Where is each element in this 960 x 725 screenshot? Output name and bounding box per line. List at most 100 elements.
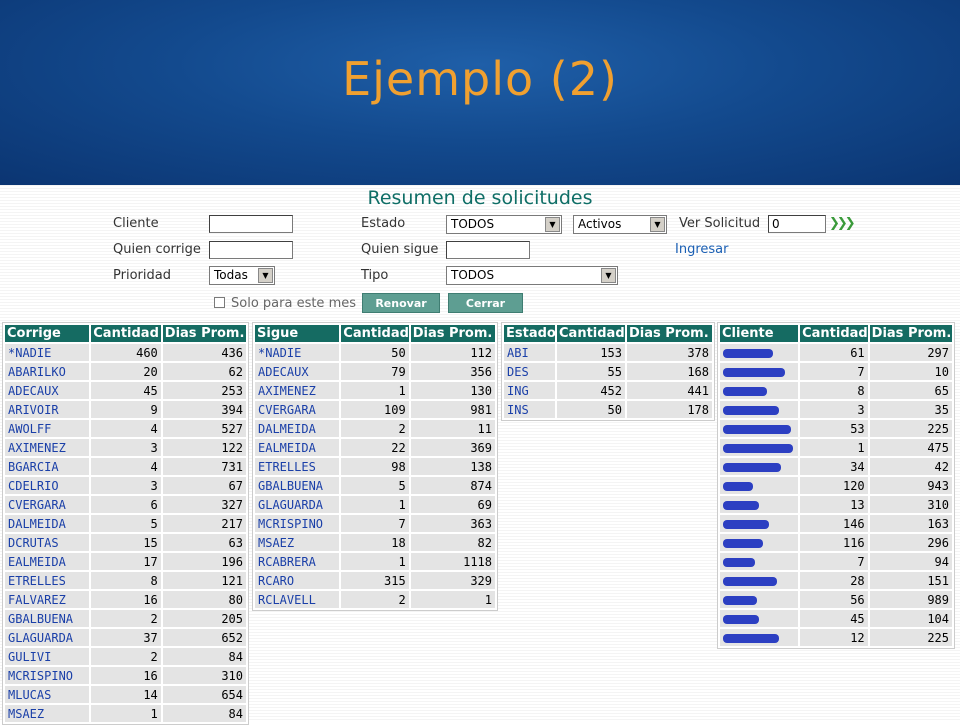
row-name-cell[interactable]: ETRELLES — [255, 458, 340, 475]
solo-mes-checkbox[interactable] — [214, 297, 225, 308]
redacted-client-name[interactable] — [720, 420, 799, 437]
activos-select[interactable]: Activos ▼ — [573, 215, 667, 234]
redacted-client-name[interactable] — [720, 496, 799, 513]
chevron-down-icon[interactable]: ▼ — [545, 217, 560, 232]
row-name-cell[interactable]: *NADIE — [255, 344, 340, 361]
cliente-table: Cliente Cantidad Dias Prom. 61 297 7 10 8 65 3 35… — [717, 322, 955, 649]
row-name-cell[interactable]: ABARILKO — [5, 363, 90, 380]
redacted-client-name[interactable] — [720, 363, 799, 380]
redacted-client-name[interactable] — [720, 534, 799, 551]
row-name-cell[interactable]: MCRISPINO — [255, 515, 340, 532]
row-name-cell[interactable]: RCLAVELL — [255, 591, 340, 608]
row-name-cell[interactable]: CVERGARA — [255, 401, 340, 418]
row-name-cell[interactable]: CDELRIO — [5, 477, 90, 494]
row-name-cell[interactable]: ADECAUX — [255, 363, 340, 380]
table-row: *NADIE 50 112 — [255, 344, 495, 361]
table-row: FALVAREZ 16 80 — [5, 591, 246, 608]
redacted-client-name[interactable] — [720, 439, 799, 456]
cliente-input[interactable] — [209, 215, 293, 233]
quien-sigue-input[interactable] — [446, 241, 530, 259]
row-name-cell[interactable]: ABI — [504, 344, 555, 361]
row-name-cell[interactable]: AXIMENEZ — [255, 382, 340, 399]
dias-prom-cell: 63 — [162, 534, 246, 551]
redacted-client-name[interactable] — [720, 401, 799, 418]
dias-prom-cell: 35 — [869, 401, 952, 418]
cantidad-cell: 50 — [341, 344, 409, 361]
redacted-client-name[interactable] — [720, 344, 799, 361]
dias-prom-cell: 527 — [162, 420, 246, 437]
estado-select[interactable]: TODOS ▼ — [446, 215, 562, 234]
redacted-client-name[interactable] — [720, 572, 799, 589]
cantidad-cell: 3 — [91, 439, 161, 456]
activos-select-value: Activos — [578, 217, 622, 231]
row-name-cell[interactable]: ETRELLES — [5, 572, 90, 589]
redacted-client-name[interactable] — [720, 591, 799, 608]
row-name-cell[interactable]: BGARCIA — [5, 458, 90, 475]
row-name-cell[interactable]: DALMEIDA — [255, 420, 340, 437]
row-name-cell[interactable]: MCRISPINO — [5, 667, 90, 684]
row-name-cell[interactable]: ING — [504, 382, 555, 399]
dias-prom-cell: 654 — [162, 686, 246, 703]
renovar-button[interactable]: Renovar — [362, 293, 440, 313]
corrige-table: Corrige Cantidad Dias Prom. *NADIE 460 436 AB… — [2, 322, 249, 725]
row-name-cell[interactable]: AXIMENEZ — [5, 439, 90, 456]
row-name-cell[interactable]: MSAEZ — [255, 534, 340, 551]
row-name-cell[interactable]: GULIVI — [5, 648, 90, 665]
row-name-cell[interactable]: RCABRERA — [255, 553, 340, 570]
cantidad-cell: 37 — [91, 629, 161, 646]
row-name-cell[interactable]: EALMEIDA — [255, 439, 340, 456]
chevron-down-icon[interactable]: ▼ — [601, 268, 616, 283]
row-name-cell[interactable]: DALMEIDA — [5, 515, 90, 532]
chevron-down-icon[interactable]: ▼ — [650, 217, 665, 232]
row-name-cell[interactable]: AWOLFF — [5, 420, 90, 437]
redacted-client-name[interactable] — [720, 382, 799, 399]
table-row: GBALBUENA 2 205 — [5, 610, 246, 627]
tipo-select[interactable]: TODOS ▼ — [446, 266, 618, 285]
redacted-client-name[interactable] — [720, 477, 799, 494]
row-name-cell[interactable]: FALVAREZ — [5, 591, 90, 608]
ingresar-link[interactable]: Ingresar — [675, 242, 728, 257]
dias-prom-cell: 69 — [410, 496, 495, 513]
row-name-cell[interactable]: MSAEZ — [5, 705, 90, 722]
dias-prom-cell: 62 — [162, 363, 246, 380]
slide-title: Ejemplo (2) — [342, 52, 618, 106]
table-row: 34 42 — [720, 458, 952, 475]
redacted-client-name[interactable] — [720, 515, 799, 532]
row-name-cell[interactable]: GLAGUARDA — [255, 496, 340, 513]
quien-corrige-input[interactable] — [209, 241, 293, 259]
cantidad-cell: 18 — [341, 534, 409, 551]
row-name-cell[interactable]: MLUCAS — [5, 686, 90, 703]
table-row: ETRELLES 8 121 — [5, 572, 246, 589]
redacted-client-name[interactable] — [720, 553, 799, 570]
prioridad-select[interactable]: Todas ▼ — [209, 266, 275, 285]
dias-prom-cell: 327 — [162, 496, 246, 513]
dias-prom-cell: 296 — [869, 534, 952, 551]
row-name-cell[interactable]: CVERGARA — [5, 496, 90, 513]
redacted-client-name[interactable] — [720, 629, 799, 646]
estado-label: Estado — [361, 216, 406, 231]
redacted-client-name[interactable] — [720, 610, 799, 627]
row-name-cell[interactable]: GLAGUARDA — [5, 629, 90, 646]
row-name-cell[interactable]: GBALBUENA — [5, 610, 90, 627]
redaction-mark — [723, 462, 781, 472]
row-name-cell[interactable]: DCRUTAS — [5, 534, 90, 551]
row-name-cell[interactable]: ADECAUX — [5, 382, 90, 399]
table-row: MSAEZ 18 82 — [255, 534, 495, 551]
table-row: DALMEIDA 2 11 — [255, 420, 495, 437]
dias-prom-cell: 310 — [162, 667, 246, 684]
table-row: *NADIE 460 436 — [5, 344, 246, 361]
row-name-cell[interactable]: INS — [504, 401, 555, 418]
chevron-down-icon[interactable]: ▼ — [258, 268, 273, 283]
row-name-cell[interactable]: *NADIE — [5, 344, 90, 361]
row-name-cell[interactable]: DES — [504, 363, 555, 380]
cantidad-cell: 28 — [800, 572, 868, 589]
row-name-cell[interactable]: GBALBUENA — [255, 477, 340, 494]
redacted-client-name[interactable] — [720, 458, 799, 475]
cerrar-button[interactable]: Cerrar — [448, 293, 523, 313]
row-name-cell[interactable]: ARIVOIR — [5, 401, 90, 418]
row-name-cell[interactable]: EALMEIDA — [5, 553, 90, 570]
row-name-cell[interactable]: RCARO — [255, 572, 340, 589]
ver-solicitud-input[interactable]: 0 — [768, 215, 826, 233]
dias-prom-cell: 42 — [869, 458, 952, 475]
go-arrow-icon[interactable]: ❯❯❯ — [829, 216, 856, 231]
